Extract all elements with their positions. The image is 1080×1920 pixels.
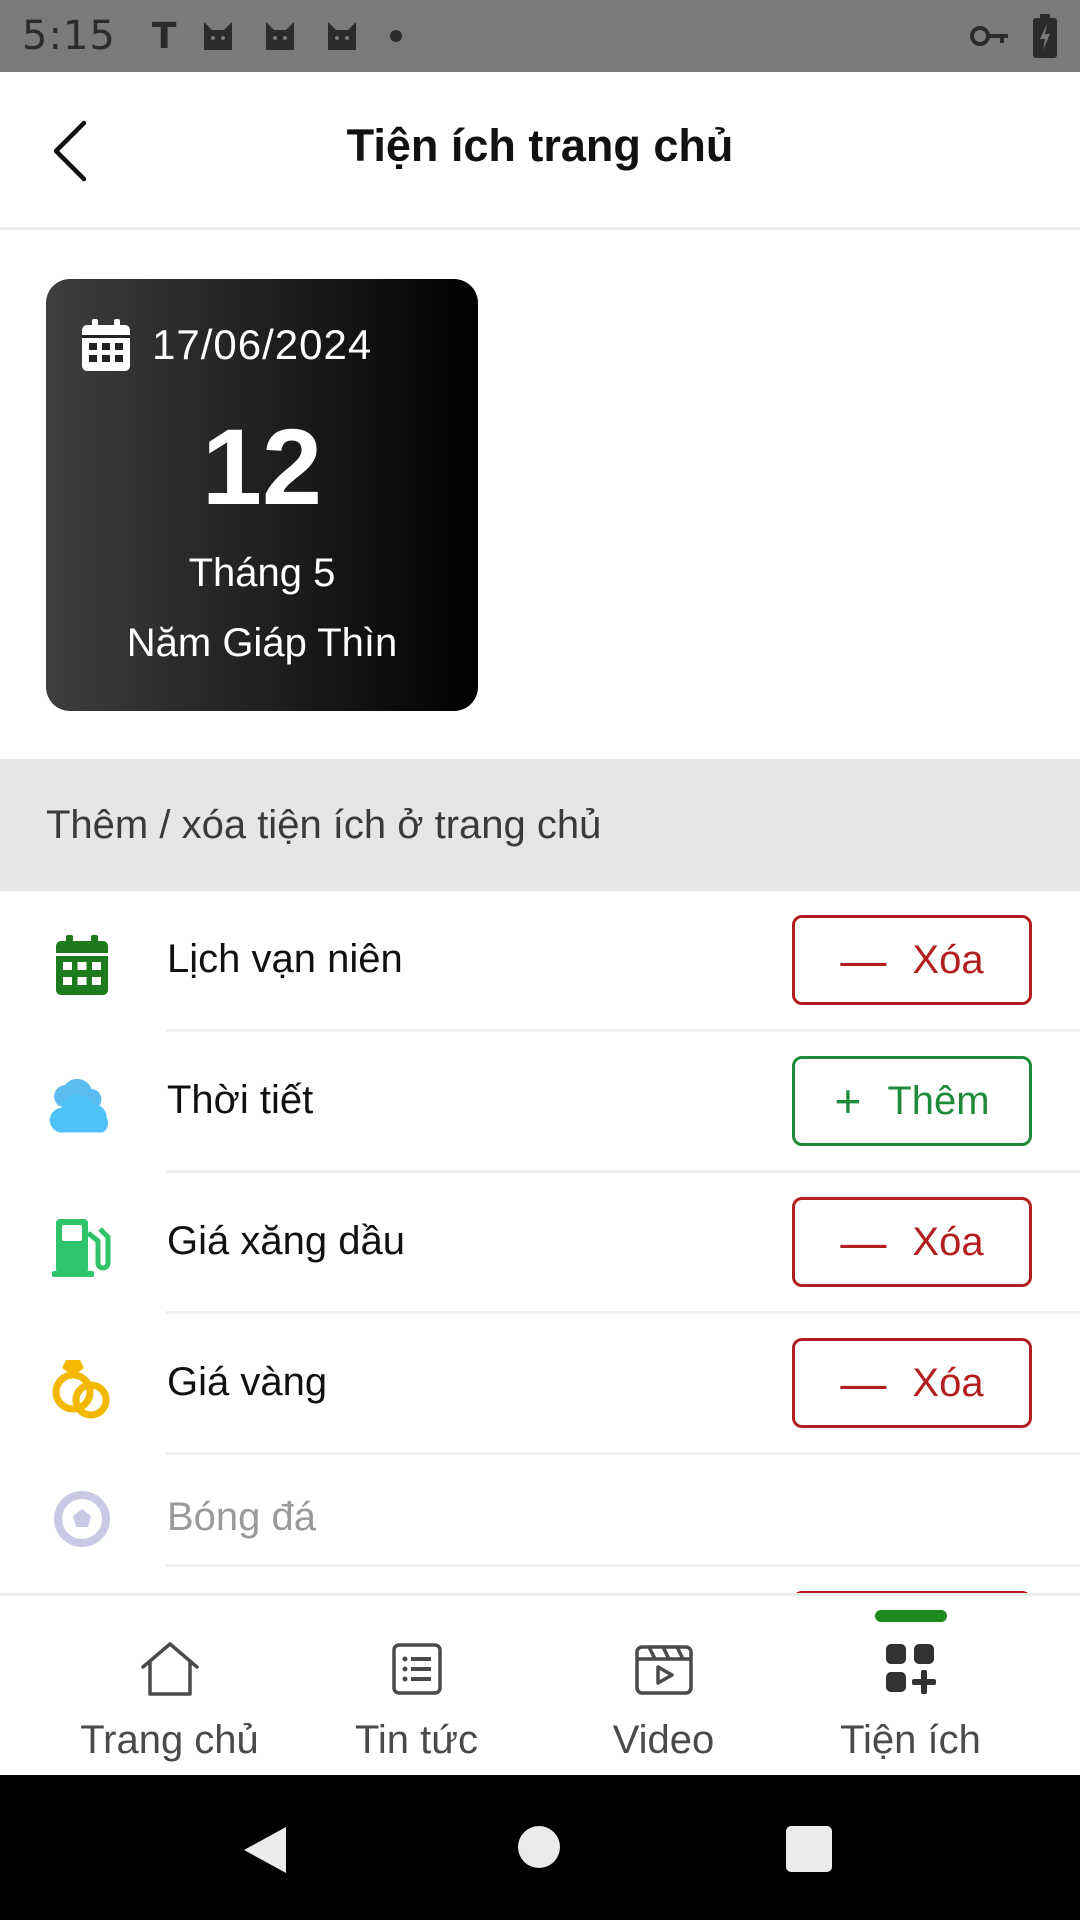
remove-button-label: Xóa [912, 1219, 984, 1264]
video-clapper-icon [631, 1638, 697, 1700]
nav-item-video[interactable]: Video [540, 1596, 787, 1775]
recents-square-icon[interactable] [786, 1826, 832, 1872]
calendar-icon [46, 929, 118, 1001]
nav-item-news[interactable]: Tin tức [293, 1596, 540, 1775]
page-title: Tiện ích trang chủ [346, 120, 734, 171]
remove-button[interactable]: — Xóa [792, 915, 1032, 1005]
utility-label: Giá vàng [167, 1360, 328, 1404]
soccer-ball-icon [46, 1483, 118, 1555]
calendar-icon [82, 319, 130, 371]
lunar-year: Năm Giáp Thìn [126, 621, 398, 665]
add-button[interactable]: + Thêm [792, 1056, 1032, 1146]
nav-label: Trang chủ [80, 1718, 259, 1762]
app-header: Tiện ích trang chủ [0, 72, 1080, 230]
minus-icon: — [840, 1357, 887, 1409]
t-notification-icon: T [151, 15, 177, 57]
lunar-calendar-widget[interactable]: 17/06/2024 12 Tháng 5 Năm Giáp Thìn [46, 279, 478, 711]
minus-icon: — [840, 934, 887, 986]
notification-icons: T [152, 16, 403, 57]
cloud-icon [46, 1070, 118, 1142]
vpn-key-icon [970, 26, 1008, 46]
remove-button[interactable]: — Xóa [792, 1197, 1032, 1287]
add-button-label: Thêm [887, 1078, 990, 1123]
list-item-gia-xang-dau: Giá xăng dầu — Xóa [0, 1173, 1080, 1314]
fuel-pump-icon [46, 1211, 118, 1283]
section-heading: Thêm / xóa tiện ích ở trang chủ [0, 759, 1080, 891]
list-item-gia-vang: Giá vàng — Xóa [0, 1314, 1080, 1455]
system-navigation-bar [0, 1775, 1080, 1920]
status-time: 5:15 [22, 13, 116, 59]
nav-label: Tiện ích [840, 1718, 981, 1762]
news-list-icon [384, 1638, 450, 1700]
nav-item-home[interactable]: Trang chủ [46, 1596, 293, 1775]
calendar-date-row: 17/06/2024 [82, 319, 372, 371]
minus-icon: — [840, 1216, 887, 1268]
remove-button-label: Xóa [912, 1360, 984, 1405]
cat-icon [204, 22, 233, 50]
utility-label: Giá xăng dầu [167, 1219, 405, 1263]
utility-label: Thời tiết [167, 1078, 314, 1122]
lunar-day: 12 [201, 406, 323, 527]
system-status-icons [970, 14, 1058, 58]
utility-label: Lịch vạn niên [167, 937, 403, 981]
utility-list: Lịch vạn niên — Xóa Thời tiết + Thêm Giá… [0, 891, 1080, 1593]
cat-icon [328, 22, 357, 50]
list-item-partial [0, 1567, 1080, 1593]
bottom-navigation: Trang chủ Tin tức Video Tiện ích [0, 1593, 1080, 1775]
list-item-lich-van-nien: Lịch vạn niên — Xóa [0, 891, 1080, 1032]
nav-label: Video [612, 1718, 715, 1762]
solar-date: 17/06/2024 [152, 321, 373, 368]
back-triangle-icon[interactable] [240, 1825, 288, 1875]
status-bar: 5:15 T [0, 0, 1080, 72]
battery-charging-icon [1033, 14, 1057, 58]
remove-button-label: Xóa [912, 937, 984, 982]
gold-rings-icon [46, 1352, 118, 1424]
home-icon [137, 1638, 203, 1700]
lunar-month: Tháng 5 [188, 551, 336, 595]
cat-icon [266, 22, 295, 50]
utility-label: Bóng đá [167, 1495, 317, 1539]
plus-icon: + [834, 1075, 862, 1127]
list-item-thoi-tiet: Thời tiết + Thêm [0, 1032, 1080, 1173]
nav-item-utilities[interactable]: Tiện ích [787, 1596, 1034, 1775]
apps-add-icon [878, 1638, 944, 1700]
nav-label: Tin tức [354, 1718, 479, 1762]
list-item-bong-da: Bóng đá [0, 1455, 1080, 1567]
remove-button[interactable]: — Xóa [792, 1338, 1032, 1428]
dot-icon [390, 30, 403, 42]
active-indicator [874, 1610, 947, 1622]
home-circle-icon[interactable] [518, 1826, 560, 1868]
